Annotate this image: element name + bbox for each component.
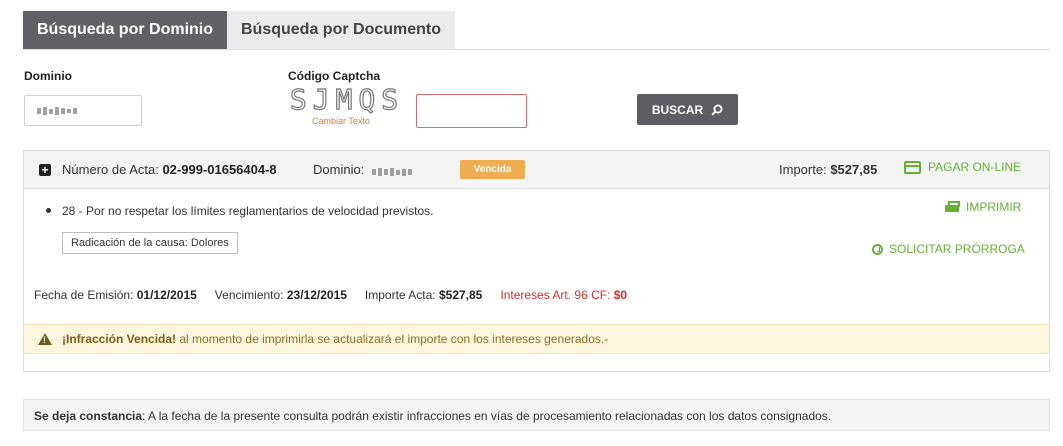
buscar-label: BUSCAR — [651, 102, 704, 117]
dominio-value-redacted — [37, 107, 77, 115]
search-icon — [711, 104, 723, 116]
printer-icon — [945, 201, 960, 213]
constancia-notice: Se deja constancia: A la fecha de la pre… — [23, 399, 1050, 431]
dominio-input[interactable] — [24, 95, 142, 126]
captcha-image: SJMQS — [289, 82, 405, 116]
captcha-input[interactable] — [416, 94, 527, 128]
cambiar-texto-link[interactable]: Cambiar Texto — [312, 116, 370, 126]
clock-icon — [872, 243, 883, 255]
infraccion-description: 28 - Por no respetar los límites reglame… — [62, 204, 434, 218]
tab-divider — [23, 49, 1050, 50]
acta-importe: Importe: $527,85 — [779, 162, 878, 177]
buscar-button[interactable]: BUSCAR — [637, 94, 738, 125]
tab-busqueda-documento[interactable]: Búsqueda por Documento — [227, 11, 456, 49]
captcha-label: Código Captcha — [288, 69, 380, 83]
radicacion-box: Radicación de la causa: Dolores — [62, 232, 238, 254]
solicitar-prorroga-button[interactable]: SOLICITAR PRÓRROGA — [872, 242, 1025, 256]
vencida-alert: ¡Infracción Vencida! al momento de impri… — [24, 324, 1049, 354]
acta-numero: Número de Acta: 02-999-01656404-8 — [62, 162, 277, 177]
alert-text: ¡Infracción Vencida! al momento de impri… — [62, 332, 609, 346]
vencimiento: Vencimiento: 23/12/2015 — [214, 288, 347, 302]
importe-acta: Importe Acta: $527,85 — [364, 288, 483, 302]
search-tabs: Búsqueda por Dominio Búsqueda por Docume… — [23, 11, 456, 49]
acta-dominio: Dominio: — [313, 162, 412, 177]
tab-busqueda-dominio[interactable]: Búsqueda por Dominio — [23, 11, 227, 49]
acta-panel: + Número de Acta: 02-999-01656404-8 Domi… — [23, 150, 1050, 372]
acta-header: + Número de Acta: 02-999-01656404-8 Domi… — [24, 151, 1049, 189]
pagar-online-button[interactable]: PAGAR ON-LINE — [904, 160, 1021, 174]
notice-text: Se deja constancia: A la fecha de la pre… — [34, 409, 832, 423]
intereses: Intereses Art. 96 CF: $0 — [500, 288, 628, 302]
status-badge: Vencida — [460, 160, 525, 179]
plus-square-icon[interactable]: + — [39, 164, 51, 176]
acta-details: Fecha de Emisión: 01/12/2015 Vencimiento… — [34, 288, 627, 302]
imprimir-button[interactable]: IMPRIMIR — [945, 200, 1021, 214]
fecha-emision: Fecha de Emisión: 01/12/2015 — [34, 288, 197, 302]
dominio-value-redacted — [371, 168, 412, 176]
warning-icon — [38, 333, 52, 345]
credit-card-icon — [904, 160, 921, 174]
list-bullet — [46, 208, 51, 213]
dominio-label: Dominio — [24, 69, 72, 83]
